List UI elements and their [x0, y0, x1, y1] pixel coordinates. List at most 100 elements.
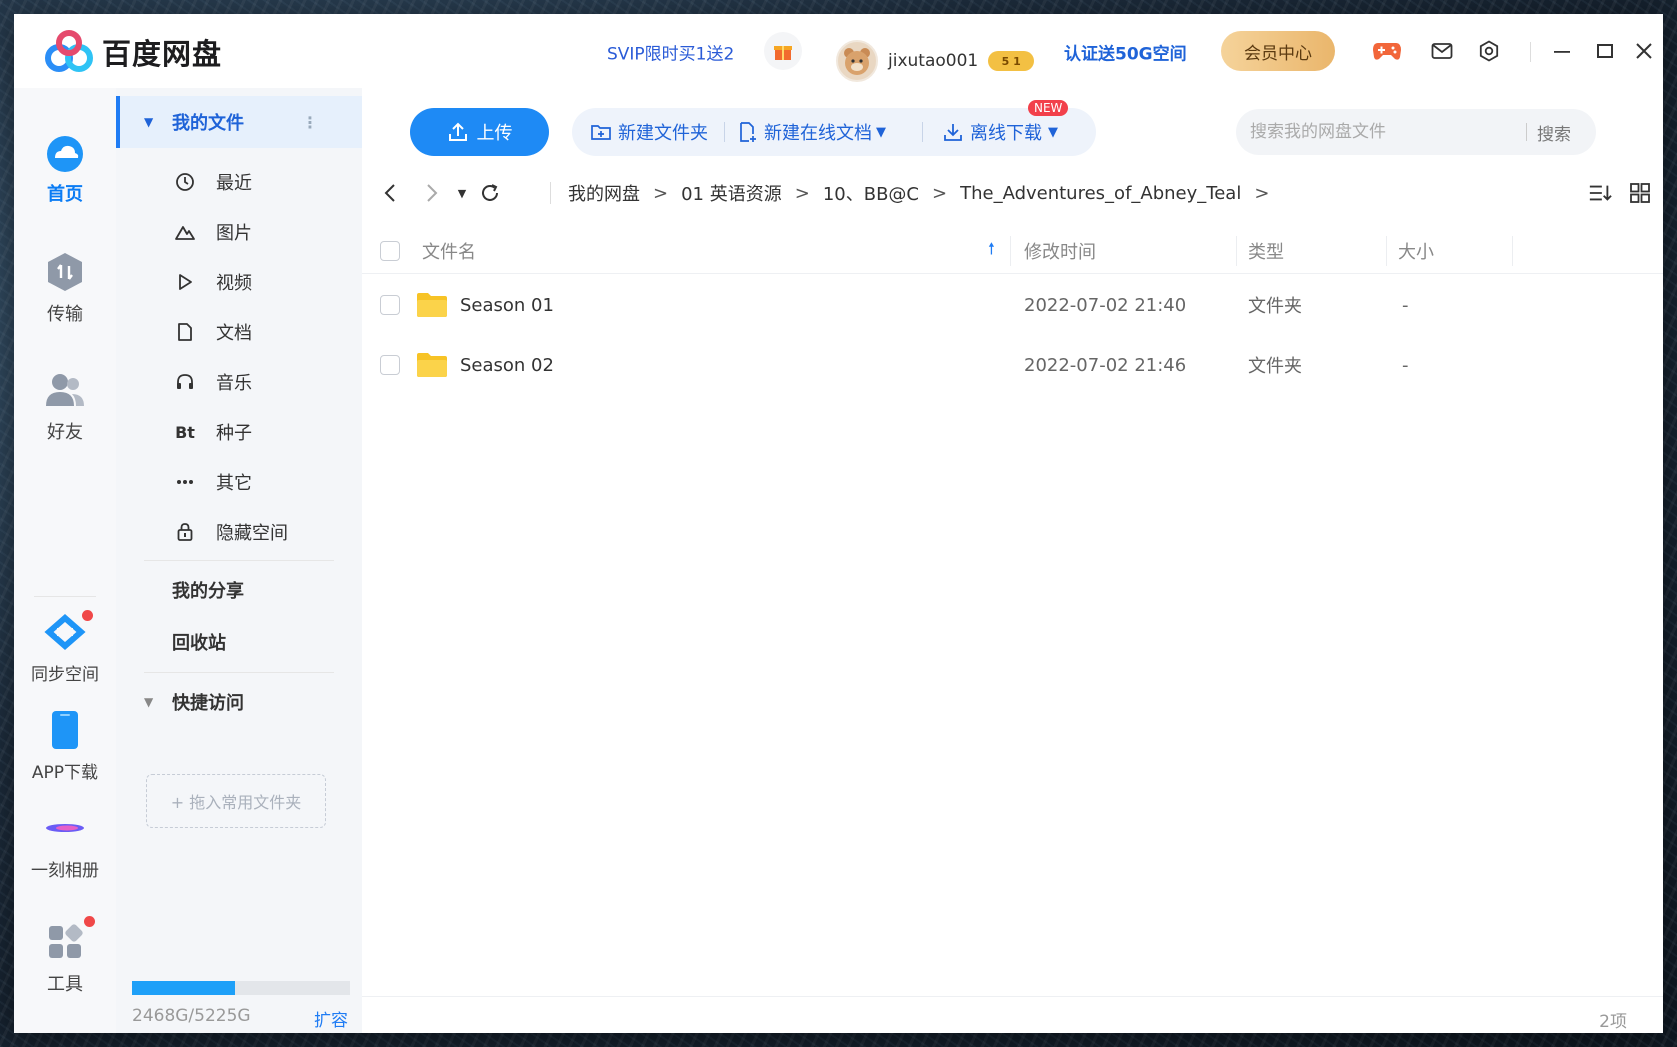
avatar[interactable] [836, 40, 878, 82]
search-input[interactable] [1236, 122, 1516, 142]
header-size[interactable]: 大小 [1398, 228, 1434, 274]
clock-icon [174, 172, 196, 192]
row-checkbox[interactable] [380, 295, 400, 315]
file-modified: 2022-07-02 21:46 [1024, 354, 1187, 376]
nav-item-other[interactable]: 其它 [116, 456, 362, 508]
table-row[interactable]: Season 02 2022-07-02 21:46 文件夹 - [362, 336, 1663, 394]
album-icon [41, 804, 89, 852]
notification-dot [84, 916, 95, 927]
nav-recycle-bin[interactable]: 回收站 [116, 616, 362, 668]
header-type[interactable]: 类型 [1248, 228, 1284, 274]
file-name[interactable]: Season 01 [460, 276, 554, 334]
new-online-doc-button[interactable]: 新建在线文档 ▼ NEW [738, 100, 1069, 156]
offline-download-button[interactable]: 离线下载 ▼ [942, 108, 1058, 156]
file-type: 文件夹 [1248, 356, 1302, 377]
gift-button[interactable] [764, 32, 802, 70]
transfer-icon [41, 248, 89, 296]
file-table-header: 文件名 🠕 修改时间 类型 大小 [362, 228, 1663, 274]
upload-button[interactable]: 上传 [410, 108, 549, 156]
rail-item-friends[interactable]: 好友 [14, 366, 116, 444]
select-all-checkbox[interactable] [380, 241, 400, 261]
more-vertical-icon[interactable]: ⋮ [302, 113, 318, 132]
back-button[interactable] [378, 181, 402, 205]
search-box: 搜索 [1236, 109, 1596, 155]
titlebar-divider [1530, 42, 1531, 62]
maximize-button[interactable] [1590, 36, 1620, 66]
nav-item-recent[interactable]: 最近 [116, 156, 362, 208]
action-toolbar: 新建文件夹 新建在线文档 ▼ NEW 离线下载 ▼ [572, 100, 1096, 156]
nav-item-hidden-space[interactable]: 隐藏空间 [116, 506, 362, 558]
search-button[interactable]: 搜索 [1537, 120, 1571, 145]
nav-divider [144, 672, 334, 673]
gear-icon [1479, 40, 1499, 62]
rail-item-sync-space[interactable]: 同步空间 [14, 608, 116, 685]
storage-quota-bar [132, 981, 350, 995]
header-modified[interactable]: 修改时间 [1024, 228, 1096, 274]
nav-my-files[interactable]: ▼ 我的文件 ⋮ [116, 96, 362, 148]
column-divider [1010, 236, 1011, 266]
caret-down-icon: ▼ [144, 695, 154, 709]
nav-my-share[interactable]: 我的分享 [116, 564, 362, 616]
breadcrumb-item[interactable]: 01 英语资源 [681, 180, 782, 206]
svip-promo-link[interactable]: SVIP限时买1送2 [607, 40, 734, 65]
nav-item-music[interactable]: 音乐 [116, 356, 362, 408]
rail-label-transfer: 传输 [47, 304, 83, 325]
vip-center-button[interactable]: 会员中心 [1221, 31, 1335, 71]
search-divider [1526, 123, 1527, 141]
close-button[interactable] [1629, 36, 1659, 66]
bear-avatar-icon [844, 48, 870, 75]
new-folder-button[interactable]: 新建文件夹 [590, 108, 708, 156]
rail-item-transfer[interactable]: 传输 [14, 248, 116, 326]
header-filename[interactable]: 文件名 [422, 228, 476, 274]
upload-icon [448, 122, 467, 141]
breadcrumb-arrow: > [794, 182, 810, 204]
breadcrumb: 我的网盘 > 01 英语资源 > 10、BB@C > The_Adventure… [568, 168, 1282, 218]
nav-item-documents[interactable]: 文档 [116, 306, 362, 358]
folder-icon [416, 276, 448, 334]
expand-storage-link[interactable]: 扩容 [314, 1006, 348, 1031]
gamepad-icon [1373, 43, 1401, 60]
baidu-netdisk-logo-icon [45, 30, 93, 72]
grid-view-icon [1630, 183, 1650, 203]
cloud-icon [41, 128, 89, 176]
column-divider [1386, 236, 1387, 266]
quick-access-drop-zone[interactable]: + 拖入常用文件夹 [146, 774, 326, 828]
breadcrumb-item[interactable]: The_Adventures_of_Abney_Teal [960, 183, 1241, 204]
nav-item-torrents[interactable]: Bt 种子 [116, 406, 362, 458]
rail-item-app-download[interactable]: APP下载 [14, 706, 116, 783]
breadcrumb-item[interactable]: 我的网盘 [568, 180, 640, 206]
sort-button[interactable] [1588, 181, 1612, 205]
bt-icon: Bt [175, 422, 195, 442]
certification-link[interactable]: 认证送50G空间 [1064, 40, 1187, 65]
grid-view-button[interactable] [1628, 181, 1652, 205]
minimize-button[interactable] [1547, 36, 1577, 66]
forward-button[interactable] [420, 181, 444, 205]
file-name[interactable]: Season 02 [460, 336, 554, 394]
rail-item-album[interactable]: 一刻相册 [14, 804, 116, 881]
nav-quick-access[interactable]: ▼ 快捷访问 [116, 676, 362, 728]
sort-ascending-icon[interactable]: 🠕 [988, 228, 995, 274]
user-profile[interactable]: jixutao001 5 1 [836, 40, 1035, 82]
mail-button[interactable] [1427, 36, 1457, 66]
refresh-button[interactable] [478, 181, 502, 205]
nav-item-videos[interactable]: 视频 [116, 256, 362, 308]
level-badge: 5 1 [988, 51, 1035, 71]
app-window: 百度网盘 SVIP限时买1送2 jixutao001 5 1 认证送50G空间 … [14, 14, 1663, 1033]
mail-icon [1431, 43, 1453, 59]
phone-icon [41, 706, 89, 754]
caret-down-icon: ▼ [144, 115, 154, 129]
nav-item-images[interactable]: 图片 [116, 206, 362, 258]
game-button[interactable] [1372, 36, 1402, 66]
breadcrumb-item[interactable]: 10、BB@C [823, 180, 919, 206]
row-checkbox[interactable] [380, 355, 400, 375]
history-dropdown-button[interactable]: ▼ [450, 181, 474, 205]
rail-item-tools[interactable]: 工具 [14, 916, 116, 996]
sort-list-icon [1589, 185, 1612, 201]
toolbar-divider [922, 122, 923, 142]
rail-item-home[interactable]: 首页 [14, 128, 116, 206]
table-row[interactable]: Season 01 2022-07-02 21:40 文件夹 - [362, 276, 1663, 334]
nav-divider [144, 560, 334, 561]
settings-button[interactable] [1474, 36, 1504, 66]
file-size: - [1402, 354, 1409, 376]
rail-divider [34, 596, 96, 597]
